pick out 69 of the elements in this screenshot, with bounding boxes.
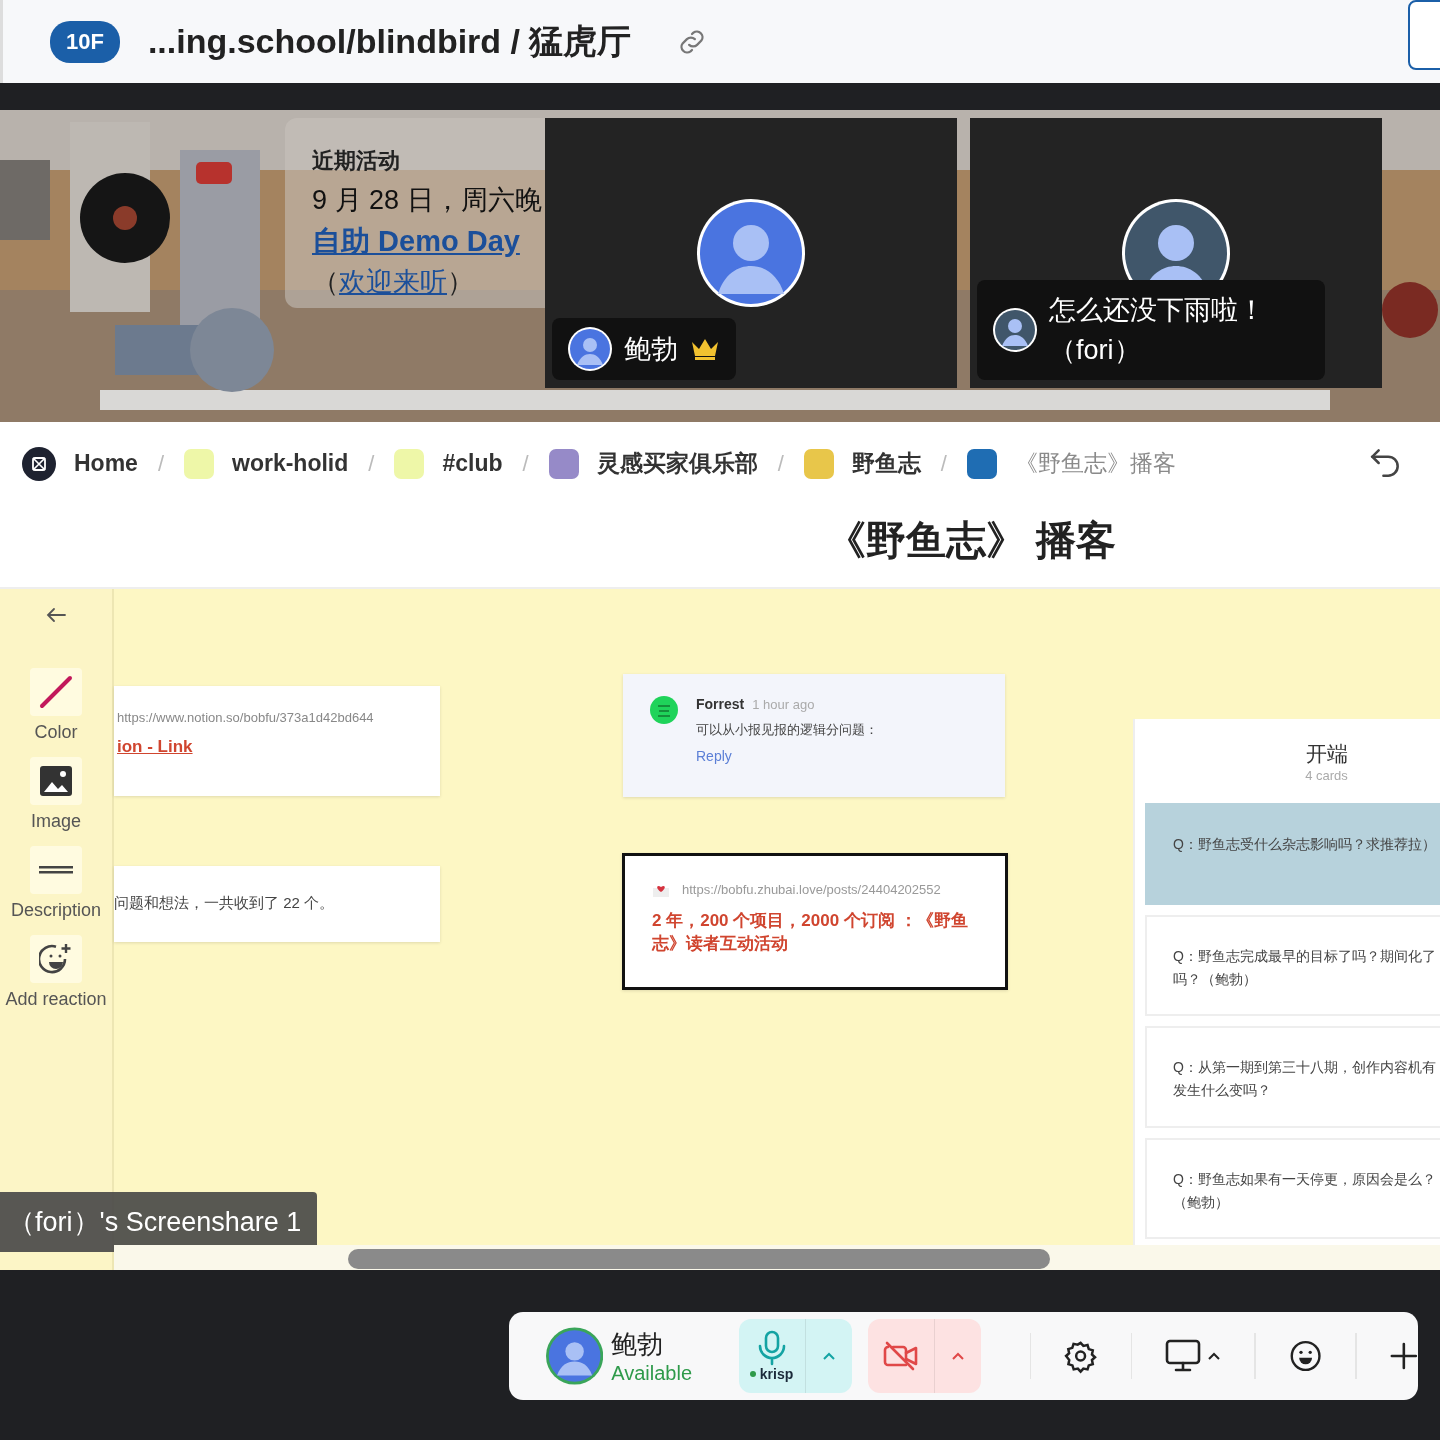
lines-icon	[39, 866, 73, 874]
card-url: https://www.notion.so/bobfu/373a1d42bd644	[117, 710, 374, 725]
participant-name: 怎么还没下雨啦！（fori）	[1049, 294, 1266, 367]
column-title: 开端	[1305, 740, 1348, 768]
bookmark-card[interactable]: https://bobfu.zhubai.love/posts/24404202552 2 年，200 个项目，2000 个订阅 ：《野鱼志》读者互动活动	[622, 853, 1008, 990]
back-arrow-icon[interactable]	[45, 607, 67, 623]
home-icon	[22, 446, 56, 481]
avatar[interactable]	[546, 1325, 604, 1387]
bowl-drawing	[1382, 282, 1438, 338]
toolbar-item[interactable]: Add reaction	[5, 935, 107, 1010]
separator: /	[157, 450, 165, 477]
toolbar-item[interactable]: Description	[10, 846, 101, 921]
avatar	[650, 696, 678, 724]
comment-text: 可以从小报见报的逻辑分问题：	[696, 721, 878, 739]
microphone-control[interactable]: krisp	[738, 1319, 852, 1393]
add-reaction-icon	[39, 942, 73, 976]
settings-icon[interactable]	[1064, 1338, 1098, 1374]
card-link[interactable]: 2 年，200 个项目，2000 个订阅 ：《野鱼志》读者互动活动	[652, 909, 972, 955]
card-count: 4 cards	[1305, 767, 1348, 783]
scrollbar[interactable]	[348, 1249, 1050, 1269]
camera-off-icon	[882, 1341, 919, 1371]
card-url: https://bobfu.zhubai.love/posts/24404202552	[682, 882, 941, 897]
link-card[interactable]: https://www.notion.so/bobfu/373a1d42bd644 ion - Link	[114, 686, 440, 796]
event-heading: 近期活动	[312, 147, 400, 175]
breadcrumb-item[interactable]: 野鱼志	[803, 448, 921, 479]
question-card[interactable]: Q：野鱼志受什么杂志影响吗？求推荐拉）	[1145, 803, 1440, 905]
button[interactable]	[1408, 0, 1440, 70]
floor-badge: 10F	[50, 20, 120, 63]
avatar	[993, 308, 1037, 352]
separator: /	[368, 450, 375, 477]
krisp-badge: krisp	[749, 1366, 794, 1382]
breadcrumb-item[interactable]: work-holid	[184, 448, 349, 479]
separator: /	[522, 450, 529, 477]
monitor-icon	[1165, 1339, 1202, 1373]
comment-time: 1 hour ago	[752, 697, 815, 712]
card-link[interactable]: ion - Link	[117, 737, 193, 757]
question-card[interactable]: Q：野鱼志完成最早的目标了吗？期间化了吗？（鲍勃）	[1145, 914, 1440, 1017]
event-date: 9 月 28 日，周六晚	[312, 184, 542, 217]
question-card[interactable]: Q：野鱼志如果有一天停更，原因会是么？（鲍勃）	[1145, 1137, 1440, 1239]
separator: /	[777, 450, 784, 477]
question-card[interactable]: Q：从第一期到第三十八期，创作内容机有发生什么变吗？	[1145, 1026, 1440, 1128]
room-title: ...ing.school/blindbird / 猛虎厅	[147, 20, 632, 62]
breadcrumb-item[interactable]: Home	[22, 446, 138, 481]
reply-link[interactable]: Reply	[696, 748, 732, 764]
separator: /	[940, 450, 947, 477]
user-name: 鲍勃	[611, 1328, 665, 1361]
breadcrumb-item[interactable]: #club	[394, 448, 503, 479]
breadcrumb-item[interactable]: 《野鱼志》播客	[966, 448, 1176, 479]
caret-icon	[1207, 1351, 1222, 1361]
camera-control[interactable]	[867, 1319, 981, 1393]
text-card[interactable]: 问题和想法，一共收到了 22 个。	[114, 866, 440, 942]
breadcrumb-item[interactable]: 灵感买家俱乐部	[548, 448, 758, 479]
link[interactable]: 欢迎来听	[339, 267, 447, 297]
caret-icon[interactable]	[950, 1351, 965, 1361]
image-icon	[40, 766, 72, 796]
screen-share-button[interactable]	[1165, 1339, 1222, 1373]
user-status[interactable]: Available	[611, 1362, 739, 1385]
card-text: 问题和想法，一共收到了 22 个。	[114, 894, 335, 911]
comment-author: Forrest	[696, 696, 745, 712]
crown-icon	[690, 337, 720, 361]
event-note: （欢迎来听）	[312, 266, 474, 299]
screenshare-label: （fori）'s Screenshare 1	[0, 1192, 317, 1252]
avatar	[568, 327, 612, 371]
event-link[interactable]: 自助 Demo Day	[312, 222, 520, 262]
participant-name: 鲍勃	[624, 333, 678, 366]
microphone-icon	[756, 1330, 787, 1366]
emoji-icon[interactable]	[1289, 1338, 1323, 1374]
caret-icon[interactable]	[821, 1351, 836, 1361]
plus-icon[interactable]	[1390, 1341, 1418, 1371]
